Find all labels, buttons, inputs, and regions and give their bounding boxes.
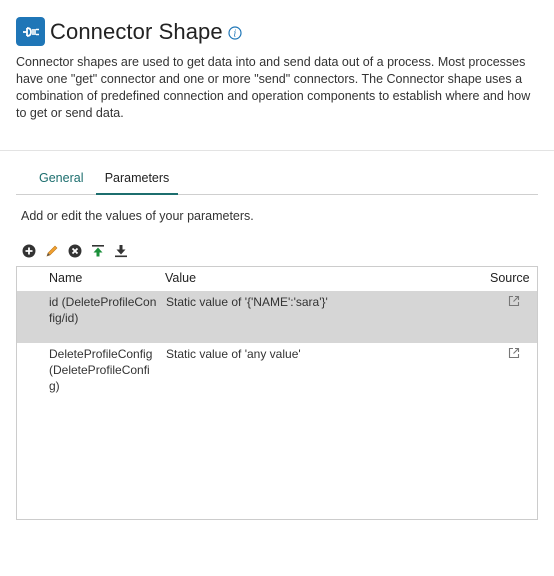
row-name: id (DeleteProfileConfig/id) <box>49 295 157 325</box>
tab-general[interactable]: General <box>39 171 83 185</box>
svg-text:i: i <box>233 29 236 39</box>
tab-parameters[interactable]: Parameters <box>96 171 178 195</box>
connector-shape-icon <box>16 17 45 46</box>
tab-bar: General Parameters <box>16 168 538 195</box>
column-header-source[interactable]: Source <box>490 271 530 285</box>
table-header: Name Value Source <box>17 267 537 291</box>
column-header-value[interactable]: Value <box>165 271 196 285</box>
page-title: Connector Shape <box>50 18 223 44</box>
move-down-icon[interactable] <box>113 243 129 259</box>
divider <box>0 150 554 151</box>
edit-icon[interactable] <box>44 243 60 259</box>
info-icon[interactable]: i <box>228 25 242 40</box>
external-link-icon[interactable] <box>508 347 520 363</box>
instructions-text: Add or edit the values of your parameter… <box>21 209 254 223</box>
description: Connector shapes are used to get data in… <box>16 55 531 120</box>
table-row[interactable]: id (DeleteProfileConfig/id) Static value… <box>17 291 537 343</box>
column-header-name[interactable]: Name <box>49 271 82 285</box>
delete-icon[interactable] <box>67 243 83 259</box>
parameters-toolbar <box>21 243 136 259</box>
row-value: Static value of 'any value' <box>166 347 301 361</box>
row-name: DeleteProfileConfig (DeleteProfileConfig… <box>49 347 153 393</box>
page-header: Connector Shape i <box>16 17 242 46</box>
parameters-table: Name Value Source id (DeleteProfileConfi… <box>16 266 538 520</box>
add-icon[interactable] <box>21 243 37 259</box>
row-value: Static value of '{'NAME':'sara'}' <box>166 295 328 309</box>
move-up-icon[interactable] <box>90 243 106 259</box>
table-row[interactable]: DeleteProfileConfig (DeleteProfileConfig… <box>17 343 537 395</box>
external-link-icon[interactable] <box>508 295 520 311</box>
